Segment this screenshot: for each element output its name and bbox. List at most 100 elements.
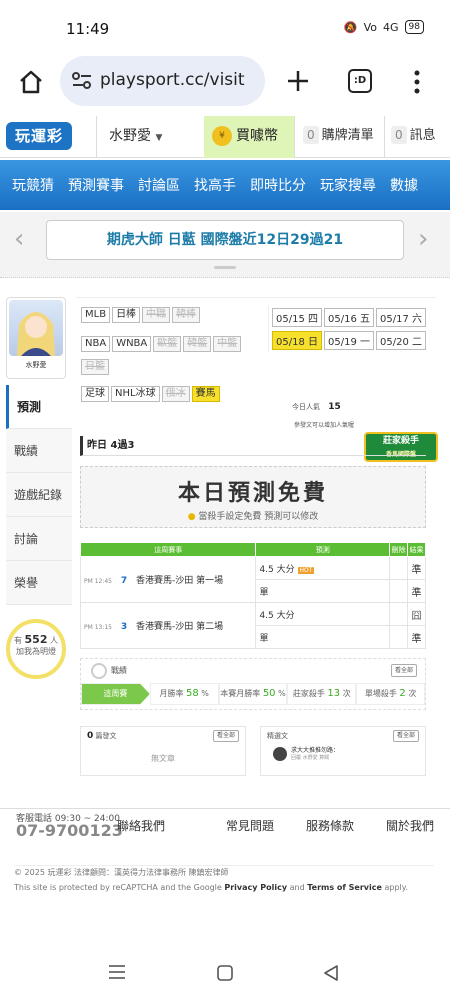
nav-item-quiz[interactable]: 玩競猜 (12, 175, 54, 195)
date-0515[interactable]: 05/15 四 (272, 308, 322, 327)
sidebar-item-predict[interactable]: 預測 (6, 385, 72, 429)
league-kbo[interactable]: 韓棒 (172, 307, 201, 323)
cart-link[interactable]: 0 購牌清單 (294, 116, 384, 158)
league-b-league[interactable]: 日籃 (81, 359, 109, 375)
stat-unit: % (201, 689, 209, 698)
system-nav-bar (0, 950, 450, 1000)
prediction-cell: 4.5 大分 (255, 602, 391, 626)
league-cba[interactable]: 中籃 (213, 336, 242, 352)
replies-view-all-button[interactable]: 看全部 (392, 730, 419, 742)
footer-link-terms[interactable]: 服務條款 (306, 817, 354, 834)
fans-lightbulb[interactable]: 有 552 人 加我為明燈 (6, 619, 66, 679)
date-0520[interactable]: 05/20 二 (376, 331, 426, 350)
league-euro-basketball[interactable]: 歐籃 (153, 336, 182, 352)
record-title: 戰績 (111, 666, 127, 675)
profile-sidebar: 水野愛 預測 戰績 遊戲紀錄 討論 榮譽 有 552 人 加我為明燈 (6, 297, 72, 679)
new-tab-icon[interactable] (286, 69, 310, 93)
visitors-count: 15 (328, 402, 341, 412)
fans-suffix: 人 (50, 636, 59, 645)
user-dropdown[interactable]: 水野愛 ▼ (96, 116, 204, 158)
articles-box: 0 篇發文 看全部 無文章 (80, 726, 246, 776)
footer-link-faq[interactable]: 常見問題 (226, 817, 274, 834)
reply-subtitle: 回覆 水野愛 算賊 (291, 755, 330, 761)
promo-subtitle: ● 當殺手設定免費 預測可以修改 (81, 509, 425, 522)
recent-apps-icon[interactable] (108, 964, 126, 980)
nav-item-player-search[interactable]: 玩家搜尋 (320, 175, 376, 195)
nav-item-forum[interactable]: 討論區 (138, 175, 180, 195)
record-stats: 這周賽 月勝率 58 % 本賽月勝率 50 % 莊家殺手 13 次 單場殺手 2… (81, 683, 425, 705)
copyright: © 2025 玩運彩 法律顧問：漢英得力法律事務所 陳鎮宏律師 (14, 868, 229, 877)
delete-cell (389, 602, 408, 626)
week-tab[interactable]: 這周賽 (81, 683, 150, 705)
stat-unit: % (278, 689, 286, 698)
volte-icon: Vo (363, 20, 378, 34)
reply-item[interactable]: 求大大推推勿路： 回覆 水野愛 算賊 (261, 745, 425, 761)
league-soccer[interactable]: 足球 (81, 386, 109, 402)
delete-cell (389, 556, 408, 580)
signal-icon: 4G (383, 20, 399, 34)
match-time: PM 12:45 (84, 578, 112, 585)
back-button-icon[interactable] (322, 964, 340, 982)
home-icon[interactable] (18, 69, 44, 95)
buy-coin-button[interactable]: ¥ 買噱幣 (204, 116, 294, 158)
league-horse-racing[interactable]: 賽馬 (191, 386, 220, 402)
nav-item-predict[interactable]: 預測賽事 (68, 175, 124, 195)
league-cpbl[interactable]: 中職 (142, 307, 171, 323)
phone-number[interactable]: 07-9700123 (16, 821, 123, 840)
banner-text[interactable]: 期虎大師 日藍 國際盤近12日29過21 (46, 220, 404, 260)
avatar-image (17, 312, 55, 356)
league-mlb[interactable]: MLB (81, 307, 111, 323)
message-count: 0 (391, 126, 407, 144)
result-cell: 準 (406, 556, 427, 580)
league-npb[interactable]: 日棒 (112, 307, 141, 323)
messages-link[interactable]: 0 訊息 (384, 116, 450, 158)
date-0517[interactable]: 05/17 六 (376, 308, 426, 327)
site-settings-icon[interactable] (72, 72, 92, 90)
match-name[interactable]: 香港賽馬-沙田 第一場 (136, 576, 223, 586)
tab-switcher-button[interactable]: :D (348, 69, 372, 93)
record-view-all-button[interactable]: 看全部 (390, 664, 417, 677)
sidebar-item-honors[interactable]: 榮譽 (6, 561, 72, 605)
privacy-policy-link[interactable]: Privacy Policy (224, 883, 287, 892)
league-wnba[interactable]: WNBA (112, 336, 152, 352)
sidebar-item-record[interactable]: 戰績 (6, 429, 72, 473)
prediction-value: 4.5 大分 (259, 564, 295, 575)
footer-link-contact[interactable]: 聯絡我們 (117, 817, 165, 834)
profile-card[interactable]: 水野愛 (6, 297, 66, 379)
stat-label: 單場殺手 (364, 689, 397, 698)
home-button-icon[interactable] (216, 964, 234, 982)
league-row: NBA WNBA 歐籃 韓籃 中籃 (80, 331, 266, 354)
league-nhl[interactable]: NHL冰球 (111, 386, 160, 402)
match-name[interactable]: 香港賽馬-沙田 第二場 (136, 622, 223, 632)
league-khl[interactable]: 俄冰 (161, 386, 190, 402)
nav-item-data[interactable]: 數據 (390, 175, 418, 195)
more-menu-icon[interactable] (412, 69, 422, 95)
date-0516[interactable]: 05/16 五 (324, 308, 374, 327)
reply-title: 求大大推推勿路： (291, 747, 340, 754)
sidebar-item-game-log[interactable]: 遊戲紀錄 (6, 473, 72, 517)
url-text: playsport.cc/visit (100, 70, 245, 90)
nav-item-experts[interactable]: 找高手 (194, 175, 236, 195)
cart-count: 0 (303, 126, 319, 144)
league-kbl[interactable]: 韓籃 (183, 336, 212, 352)
stat-value: 2 (399, 688, 406, 699)
hot-badge-icon: HOT (297, 566, 315, 574)
footer-link-about[interactable]: 關於我們 (386, 817, 434, 834)
chevron-right-icon[interactable]: › (418, 226, 428, 252)
terms-of-service-link[interactable]: Terms of Service (307, 883, 382, 892)
date-0518[interactable]: 05/18 日 (272, 331, 322, 350)
league-nba[interactable]: NBA (81, 336, 111, 352)
sidebar-item-discussion[interactable]: 討論 (6, 517, 72, 561)
recaptcha-text: This site is protected by reCAPTCHA and … (14, 883, 222, 892)
site-logo[interactable]: 玩運彩 (6, 122, 72, 150)
articles-view-all-button[interactable]: 看全部 (212, 730, 239, 742)
nav-item-live-score[interactable]: 即時比分 (250, 175, 306, 195)
match-number: 3 (120, 622, 128, 632)
date-0519[interactable]: 05/19 一 (324, 331, 374, 350)
fans-note: 加我為明燈 (16, 647, 56, 656)
address-bar[interactable]: playsport.cc/visit (60, 56, 265, 106)
col-header-match: 這周賽事 (79, 542, 257, 557)
clock: 11:49 (66, 20, 110, 38)
stat-label: 莊家殺手 (292, 689, 325, 698)
chevron-left-icon[interactable]: ‹ (14, 226, 24, 252)
